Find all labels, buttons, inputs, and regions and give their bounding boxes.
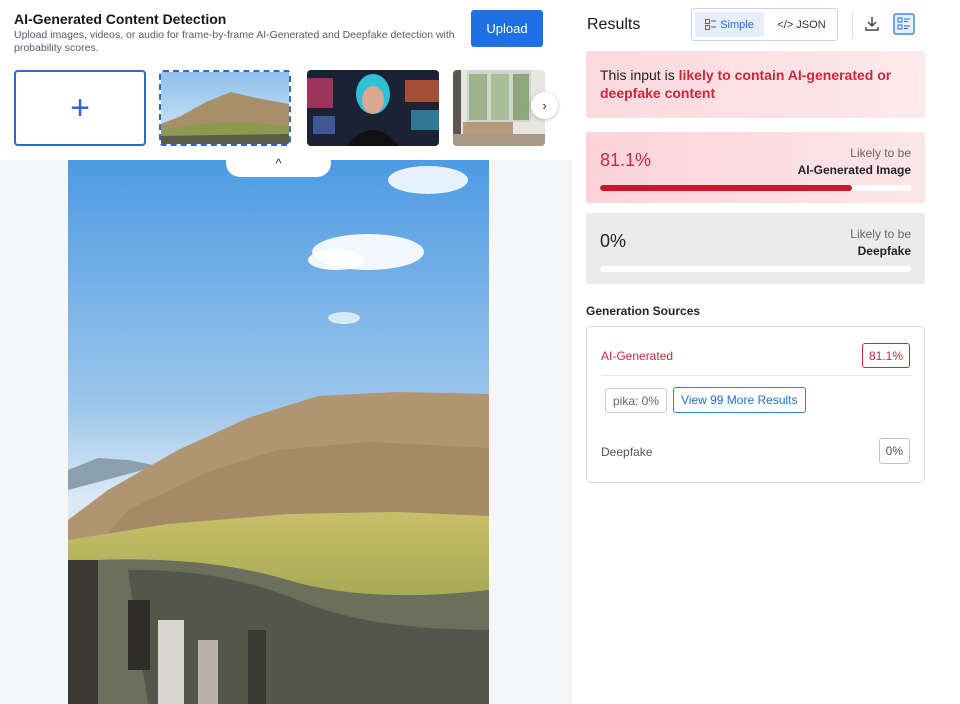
score-caption-bottom: Deepfake	[857, 244, 911, 258]
score-caption: Likely to be AI-Generated Image	[798, 145, 911, 179]
score-progress-track	[600, 185, 911, 191]
results-title: Results	[587, 16, 641, 33]
score-card-ai-generated: 81.1% Likely to be AI-Generated Image	[586, 132, 925, 203]
media-preview	[68, 160, 489, 704]
list-view-icon	[705, 19, 717, 30]
hillside-thumbnail-image	[161, 72, 289, 144]
deepfake-badge: 0%	[878, 438, 910, 464]
ai-generated-label: AI-Generated	[601, 349, 674, 363]
source-chip-pika: pika: 0%	[605, 388, 668, 413]
upload-header: AI-Generated Content Detection Upload im…	[0, 0, 572, 160]
view-toggle: Simple </> JSON	[691, 8, 838, 41]
ai-generated-badge: 81.1%	[861, 343, 910, 368]
hillside-crowd-image	[68, 160, 489, 704]
detection-alert: This input is likely to contain AI-gener…	[586, 51, 925, 118]
generation-sources-title: Generation Sources	[586, 304, 701, 318]
detail-list-icon[interactable]	[893, 13, 915, 35]
score-caption: Likely to be Deepfake	[850, 226, 911, 260]
score-caption-bottom: AI-Generated Image	[797, 163, 911, 177]
score-value: 81.1%	[600, 150, 652, 170]
generation-sources-card: AI-Generated 81.1% pika: 0% View 99 More…	[586, 326, 925, 483]
score-card-deepfake: 0% Likely to be Deepfake	[586, 213, 925, 284]
alert-prefix: This input is	[600, 67, 679, 83]
download-icon[interactable]	[862, 14, 882, 34]
page-subtitle: Upload images, videos, or audio for fram…	[14, 29, 455, 54]
upload-button[interactable]: Upload	[471, 10, 543, 47]
media-pane: AI-Generated Content Detection Upload im…	[0, 0, 572, 704]
score-progress-track	[600, 266, 911, 272]
view-more-results-button[interactable]: View 99 More Results	[673, 387, 806, 413]
thumbnail-portrait[interactable]	[307, 70, 439, 146]
deepfake-label: Deepfake	[601, 445, 653, 459]
sources-divider	[601, 375, 912, 376]
chevron-right-icon[interactable]: ›	[531, 92, 558, 119]
view-simple-label: Simple	[720, 18, 754, 31]
chevron-up-icon: ^	[275, 156, 282, 171]
add-media-tile[interactable]: +	[14, 70, 146, 146]
score-progress-fill	[600, 185, 853, 191]
page-title: AI-Generated Content Detection	[14, 11, 227, 27]
collapse-header-tab[interactable]: ^	[226, 150, 331, 177]
thumbnail-hillside[interactable]	[159, 70, 291, 146]
score-caption-top: Likely to be	[850, 146, 911, 160]
portrait-thumbnail-image	[307, 70, 439, 146]
view-simple-button[interactable]: Simple	[695, 12, 764, 37]
view-json-button[interactable]: </> JSON	[769, 12, 834, 37]
score-value: 0%	[600, 231, 627, 251]
toolbar-divider	[852, 12, 853, 38]
plus-icon: +	[70, 89, 90, 127]
score-caption-top: Likely to be	[850, 227, 911, 241]
results-pane: Results Simple </> JSON This input is li…	[572, 0, 960, 704]
